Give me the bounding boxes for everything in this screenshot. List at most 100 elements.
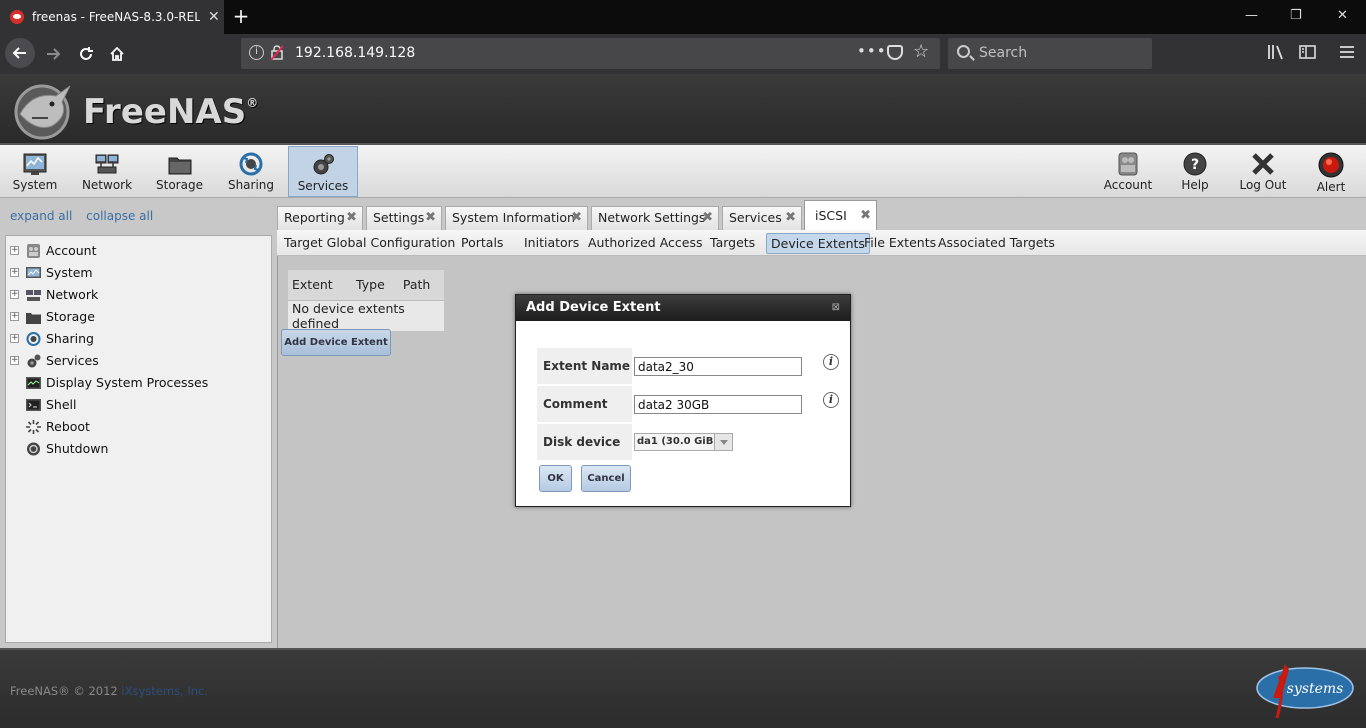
hamburger-menu-icon[interactable]: [1339, 44, 1355, 64]
tree-item-reboot[interactable]: Reboot: [6, 416, 271, 438]
system-icon: [26, 267, 41, 278]
extent-name-info-icon[interactable]: i: [823, 354, 839, 370]
close-window-button[interactable]: ✕: [1337, 8, 1348, 23]
new-tab-button[interactable]: +: [230, 4, 252, 28]
forward-button[interactable]: [39, 40, 67, 68]
expand-icon[interactable]: +: [10, 246, 19, 255]
toolbar-help-button[interactable]: ? Help: [1170, 146, 1220, 197]
tab-close-icon[interactable]: ✖: [425, 207, 436, 229]
tree-item-display-system-processes[interactable]: Display System Processes: [6, 372, 271, 394]
tab-services[interactable]: Services ✖: [722, 206, 802, 230]
network-icon: [95, 154, 119, 174]
tree-item-label: Shell: [46, 397, 77, 412]
tab-network-settings[interactable]: Network Settings ✖: [591, 206, 719, 230]
tab-close-icon[interactable]: ✖: [785, 207, 796, 229]
device-extents-table: Extent Type Path No device extents defin…: [288, 270, 444, 331]
tab-label: Services: [729, 210, 782, 225]
ok-button[interactable]: OK: [539, 465, 572, 492]
expand-icon[interactable]: +: [10, 312, 19, 321]
tree-item-shell[interactable]: Shell: [6, 394, 271, 416]
column-header-path[interactable]: Path: [398, 270, 444, 300]
subtab-targets[interactable]: Targets: [706, 233, 759, 254]
reload-button[interactable]: [72, 40, 100, 68]
toolbar-system-label: System: [12, 178, 58, 192]
collapse-all-link[interactable]: collapse all: [86, 209, 153, 223]
library-icon[interactable]: [1267, 44, 1285, 64]
home-button[interactable]: [103, 40, 131, 68]
toolbar-services-label: Services: [297, 179, 349, 193]
back-button[interactable]: [5, 38, 35, 68]
toolbar-services-button[interactable]: Services: [288, 146, 358, 197]
subtab-target-global-configuration[interactable]: Target Global Configuration: [280, 233, 459, 254]
ixsystems-logo[interactable]: systems: [1255, 658, 1355, 724]
toolbar-network-button[interactable]: Network: [72, 146, 142, 197]
expand-icon[interactable]: +: [10, 356, 19, 365]
toolbar-logout-button[interactable]: Log Out: [1234, 146, 1292, 197]
expand-all-link[interactable]: expand all: [10, 209, 72, 223]
url-bar[interactable]: i 192.168.149.128 ••• ☆: [241, 38, 940, 69]
chevron-down-icon[interactable]: [714, 434, 732, 450]
cancel-button[interactable]: Cancel: [581, 465, 631, 492]
search-input[interactable]: [979, 43, 1139, 63]
extent-name-label: Extent Name: [537, 348, 632, 384]
tree-item-account[interactable]: + Account: [6, 240, 271, 262]
dialog-close-icon[interactable]: ⊠: [832, 295, 840, 321]
tab-system-information[interactable]: System Information ✖: [445, 206, 588, 230]
browser-navbar: i 192.168.149.128 ••• ☆: [0, 34, 1366, 74]
dialog-titlebar: Add Device Extent ⊠: [516, 295, 850, 321]
tab-close-icon[interactable]: ✕: [208, 9, 220, 25]
expand-icon[interactable]: +: [10, 290, 19, 299]
insecure-lock-icon[interactable]: [271, 45, 283, 60]
expand-icon[interactable]: +: [10, 268, 19, 277]
toolbar-storage-label: Storage: [156, 178, 203, 192]
disk-device-value: da1 (30.0 GiB): [637, 436, 718, 447]
subtab-portals[interactable]: Portals: [457, 233, 507, 254]
site-info-icon[interactable]: i: [249, 45, 264, 60]
maximize-button[interactable]: ❐: [1290, 8, 1302, 23]
tab-close-icon[interactable]: ✖: [860, 201, 871, 231]
sidebar-toggle-icon[interactable]: [1299, 44, 1317, 64]
company-link[interactable]: iXsystems, Inc.: [121, 684, 208, 698]
tab-label: Settings: [373, 210, 425, 225]
tab-close-icon[interactable]: ✖: [346, 207, 357, 229]
tab-settings[interactable]: Settings ✖: [366, 206, 442, 230]
subtab-associated-targets[interactable]: Associated Targets: [934, 233, 1059, 254]
column-header-type[interactable]: Type: [352, 270, 399, 300]
disk-device-select[interactable]: da1 (30.0 GiB): [634, 433, 733, 451]
tab-reporting[interactable]: Reporting ✖: [277, 206, 363, 230]
extent-name-field[interactable]: [634, 357, 802, 376]
bookmark-star-icon[interactable]: ☆: [913, 41, 929, 62]
tab-close-icon[interactable]: ✖: [702, 207, 713, 229]
tree-item-services[interactable]: + Services: [6, 350, 271, 372]
minimize-button[interactable]: —: [1245, 8, 1258, 23]
search-bar[interactable]: [948, 38, 1152, 69]
browser-tab[interactable]: freenas - FreeNAS-8.3.0-RELEASE ✕: [0, 0, 224, 34]
toolbar-storage-button[interactable]: Storage: [145, 146, 214, 197]
toolbar-account-button[interactable]: Account: [1098, 146, 1158, 197]
subtab-authorized-access[interactable]: Authorized Access: [584, 233, 707, 254]
tree-item-sharing[interactable]: + Sharing: [6, 328, 271, 350]
comment-info-icon[interactable]: i: [823, 392, 839, 408]
reload-icon: [80, 47, 93, 60]
comment-field[interactable]: [634, 395, 802, 414]
toolbar-system-button[interactable]: System: [1, 146, 69, 197]
toolbar-sharing-button[interactable]: Sharing: [217, 146, 285, 197]
subtab-device-extents[interactable]: Device Extents: [766, 233, 870, 254]
tree-item-system[interactable]: + System: [6, 262, 271, 284]
column-header-extent[interactable]: Extent: [288, 270, 353, 300]
pocket-icon[interactable]: [887, 45, 903, 60]
page-actions-icon[interactable]: •••: [857, 42, 887, 60]
tab-close-icon[interactable]: ✖: [571, 207, 582, 229]
navigation-tree-panel: + Account + System + Network + Storage +…: [5, 235, 272, 643]
expand-icon[interactable]: +: [10, 334, 19, 343]
url-text[interactable]: 192.168.149.128: [295, 45, 415, 61]
add-device-extent-button[interactable]: Add Device Extent: [281, 329, 391, 356]
subtab-initiators[interactable]: Initiators: [520, 233, 583, 254]
subtab-file-extents[interactable]: File Extents: [860, 233, 940, 254]
tree-item-storage[interactable]: + Storage: [6, 306, 271, 328]
toolbar-alert-button[interactable]: Alert: [1306, 146, 1356, 197]
tab-iscsi[interactable]: iSCSI ✖: [804, 200, 877, 230]
tree-item-label: Display System Processes: [46, 375, 209, 390]
tree-item-network[interactable]: + Network: [6, 284, 271, 306]
tree-item-shutdown[interactable]: Shutdown: [6, 438, 271, 460]
